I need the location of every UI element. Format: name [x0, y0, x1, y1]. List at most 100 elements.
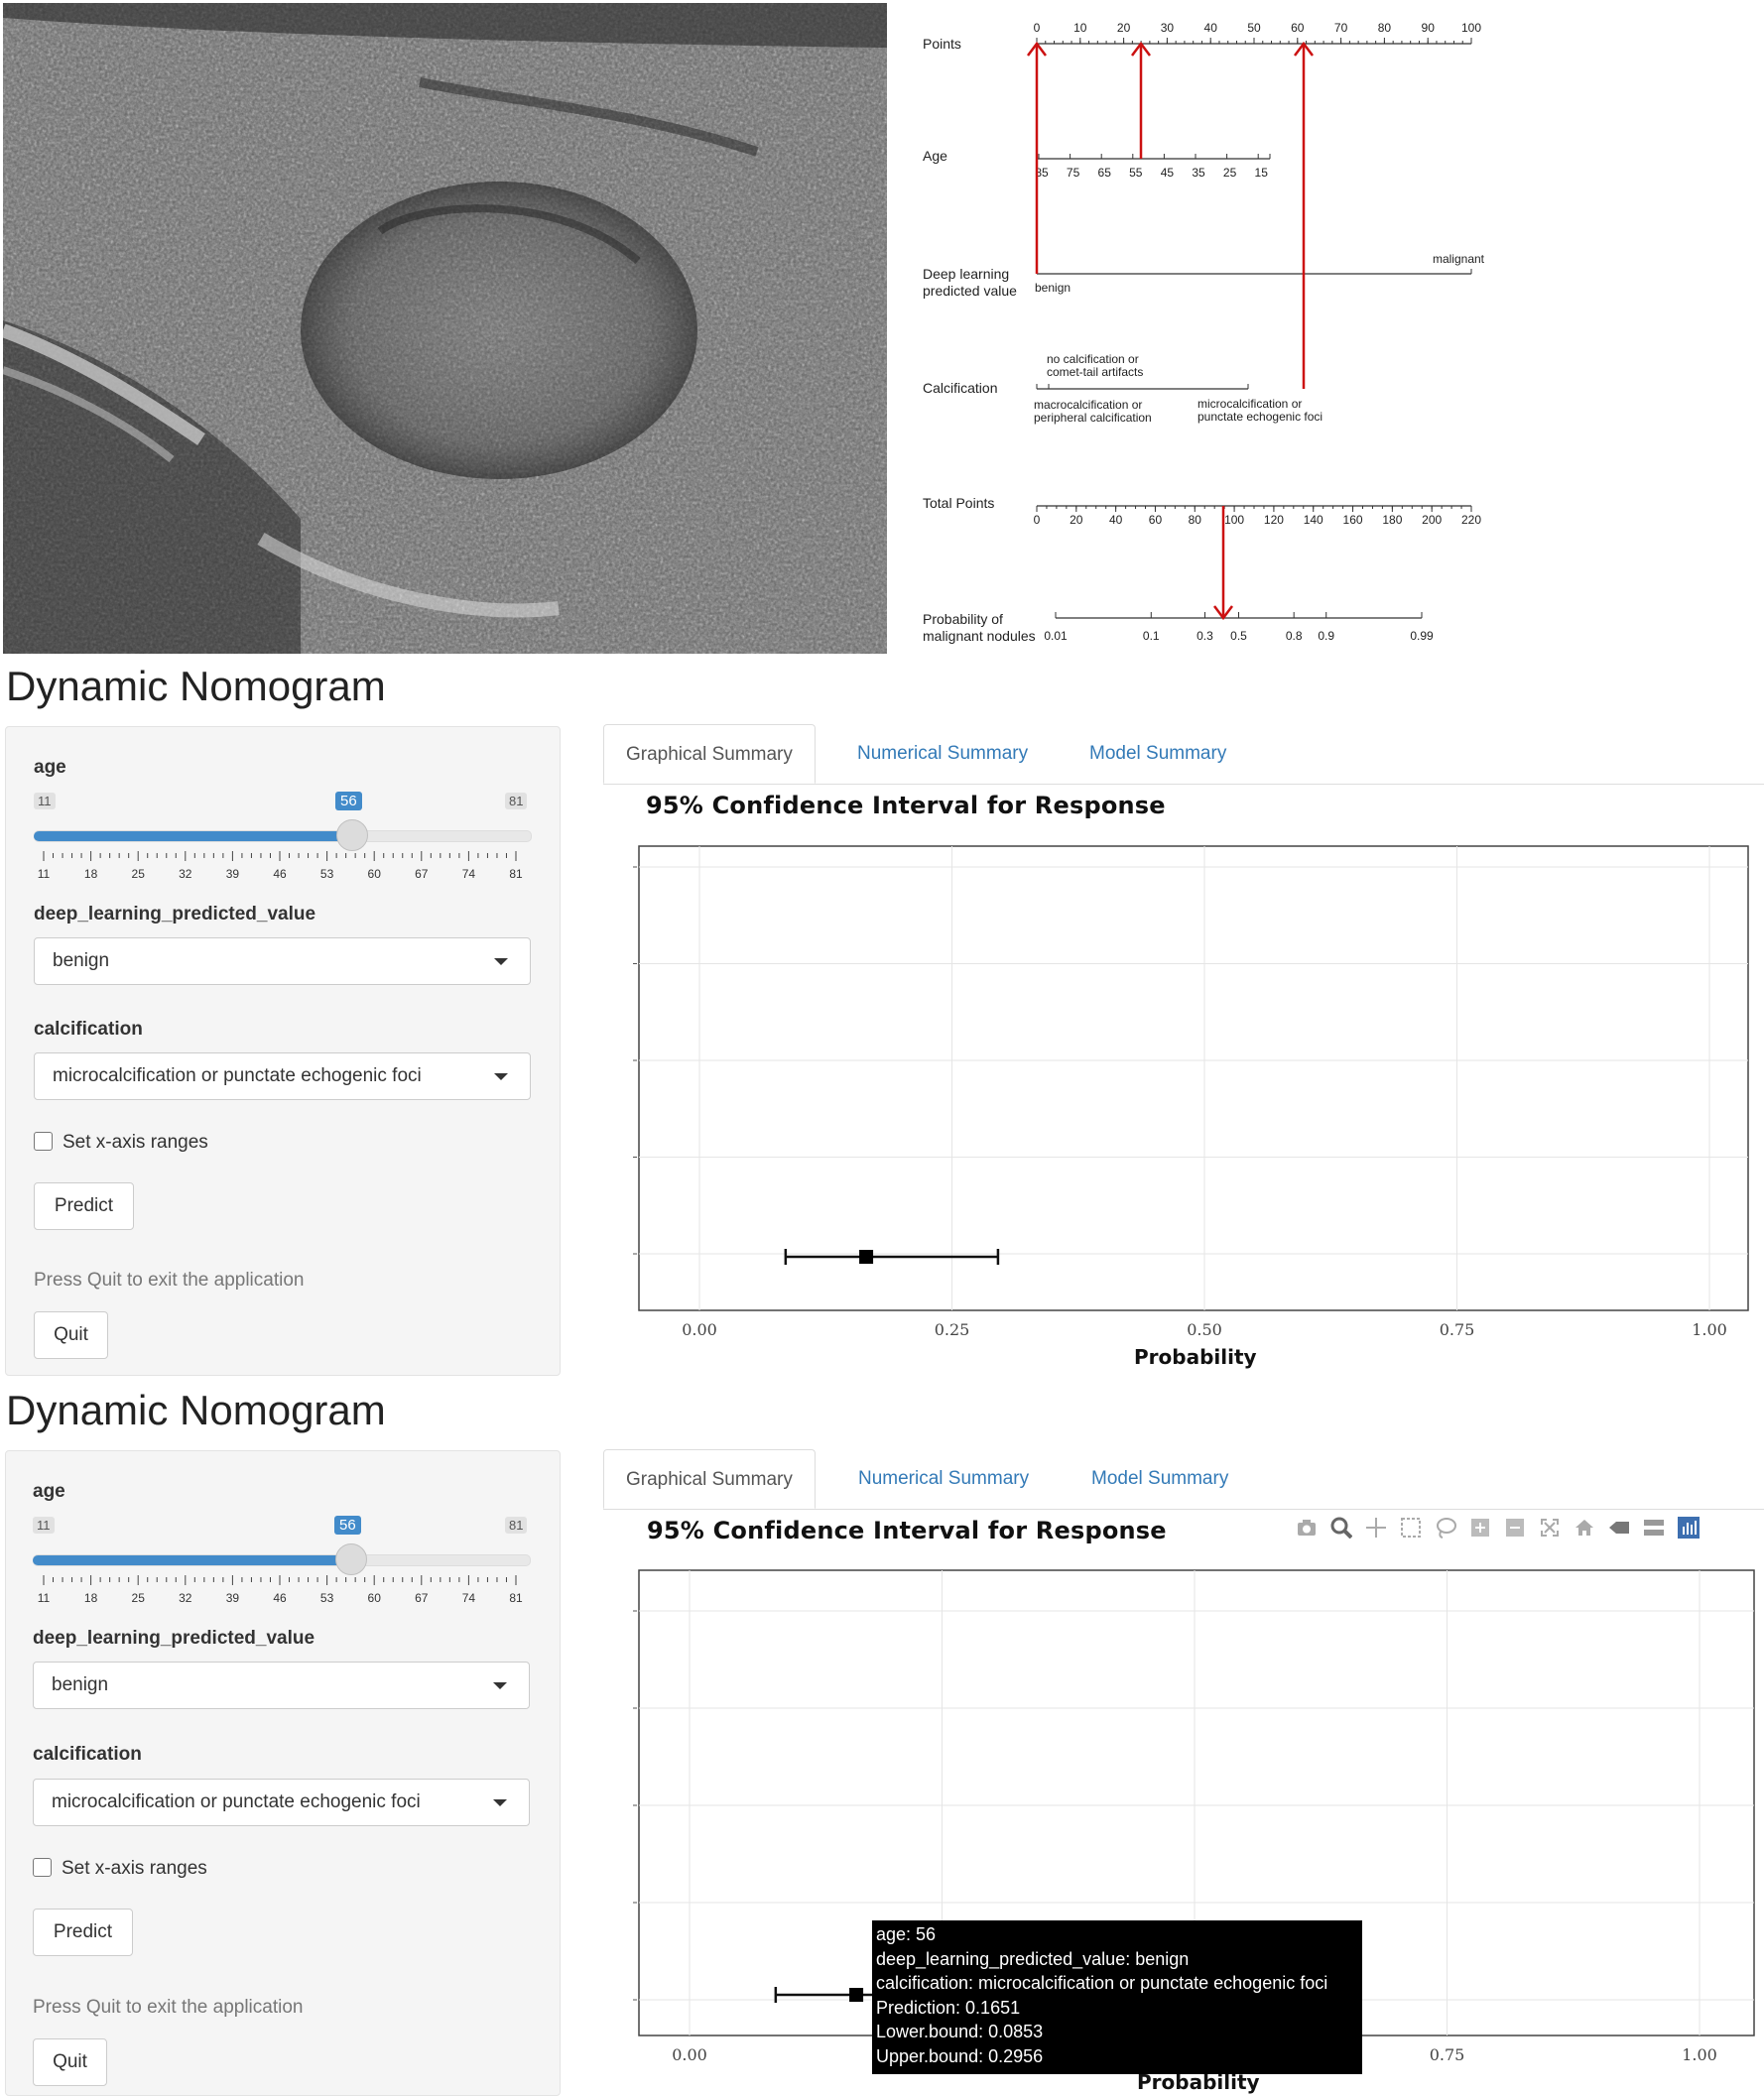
- nomogram-total-tick-label: 160: [1343, 513, 1363, 527]
- nomogram-points-tick-label: 60: [1291, 21, 1305, 35]
- calc-label: calcification: [33, 1744, 142, 1765]
- panel2-sidebar: age 11 56 81 11 18 25 32 39 46 53 60 67 74 81 deep…: [5, 1450, 561, 2096]
- tab-model-summary[interactable]: Model Summary: [1068, 724, 1248, 784]
- tooltip-line: deep_learning_predicted_value: benign: [876, 1948, 1190, 1969]
- dl-select[interactable]: benign: [34, 937, 531, 985]
- age-slider-tick-label: 67: [415, 867, 429, 881]
- age-slider-tick-label: 53: [320, 1591, 334, 1605]
- tab-numerical-summary[interactable]: Numerical Summary: [835, 724, 1050, 784]
- nomogram-points-tick-label: 20: [1117, 21, 1131, 35]
- nomogram-calc-macro-label: macrocalcification or: [1034, 398, 1142, 412]
- box-select-icon[interactable]: [1399, 1516, 1423, 1540]
- tab-graphical-summary[interactable]: Graphical Summary: [603, 1449, 816, 1509]
- calc-select[interactable]: microcalcification or punctate echogenic…: [34, 1052, 531, 1100]
- age-slider-tick-label: 25: [132, 867, 146, 881]
- age-slider-max: 81: [505, 793, 528, 809]
- nomogram-points-tick-label: 100: [1461, 21, 1481, 35]
- zoom-in-icon[interactable]: [1468, 1516, 1492, 1540]
- zoom-out-icon[interactable]: [1503, 1516, 1527, 1540]
- nomogram-total-tick-label: 120: [1264, 513, 1284, 527]
- age-slider-tick-label: 60: [368, 1591, 382, 1605]
- age-slider-scale: 11 18 25 32 39 46 53 60 67 74 81: [38, 1575, 523, 1605]
- plot-x-tick-label: 0.50: [1187, 1320, 1222, 1339]
- age-slider-value: 56: [335, 792, 362, 810]
- xrange-checkbox[interactable]: [34, 1132, 53, 1151]
- xrange-checkbox-row[interactable]: Set x-axis ranges: [33, 1858, 207, 1880]
- plot-panel: [638, 845, 1749, 1311]
- nomogram-points-tick-label: 50: [1247, 21, 1261, 35]
- plot-x-tick-label: 0.75: [1440, 1320, 1475, 1339]
- plot-x-tick-label: 1.00: [1682, 2045, 1717, 2064]
- nomogram-total-tick-label: 20: [1070, 513, 1083, 527]
- panel1-ci-chart[interactable]: 0.00 0.25 0.50 0.75 1.00: [625, 838, 1764, 1374]
- plot-x-tick-label: 0.00: [672, 2045, 707, 2064]
- age-slider-value: 56: [334, 1516, 361, 1535]
- xrange-checkbox-row[interactable]: Set x-axis ranges: [34, 1132, 208, 1154]
- nomogram-calc-none-label: no calcification or: [1047, 352, 1139, 366]
- nomogram-age-tick-label: 35: [1192, 166, 1205, 180]
- age-label: age: [34, 757, 66, 778]
- home-icon[interactable]: [1573, 1516, 1596, 1540]
- panel2-plot-title: 95% Confidence Interval for Response: [647, 1517, 1167, 1544]
- quit-button[interactable]: Quit: [33, 2038, 107, 2086]
- panel1-title: Dynamic Nomogram: [6, 663, 386, 709]
- age-slider-scale: 11 18 25 32 39 46 53 60 67 74 81: [38, 851, 523, 881]
- panel2-title: Dynamic Nomogram: [6, 1387, 386, 1433]
- dl-select-value: benign: [53, 950, 110, 971]
- ci-point-estimate: [859, 1250, 874, 1264]
- nomogram-age-tick-label: 55: [1129, 166, 1143, 180]
- compare-icon[interactable]: [1642, 1516, 1666, 1540]
- tab-model-summary[interactable]: Model Summary: [1070, 1449, 1250, 1509]
- age-slider-tick-label: 74: [462, 1591, 476, 1605]
- chevron-down-icon: [494, 1073, 508, 1080]
- age-slider-tick-label: 32: [179, 867, 192, 881]
- nomogram-total-tick-label: 220: [1461, 513, 1481, 527]
- calc-select[interactable]: microcalcification or punctate echogenic…: [33, 1779, 530, 1826]
- camera-icon[interactable]: [1295, 1516, 1319, 1540]
- tab-numerical-summary[interactable]: Numerical Summary: [836, 1449, 1051, 1509]
- tooltip-line: age: 56: [876, 1924, 937, 1944]
- dl-select[interactable]: benign: [33, 1662, 530, 1709]
- age-slider-tick-label: 32: [179, 1591, 192, 1605]
- autoscale-icon[interactable]: [1538, 1516, 1562, 1540]
- nomogram-points-tick-label: 90: [1422, 21, 1436, 35]
- dl-select-value: benign: [52, 1674, 109, 1695]
- nomogram-total-tick-label: 60: [1149, 513, 1163, 527]
- age-slider-tick-label: 25: [132, 1591, 146, 1605]
- nomogram-dl-benign-label: benign: [1035, 281, 1071, 295]
- spike-icon[interactable]: [1607, 1516, 1631, 1540]
- lasso-icon[interactable]: [1434, 1516, 1457, 1540]
- age-slider-tick-label: 46: [273, 1591, 287, 1605]
- zoom-icon[interactable]: [1329, 1516, 1353, 1540]
- xrange-checkbox[interactable]: [33, 1858, 52, 1877]
- plot-x-tick-label: 0.75: [1430, 2045, 1465, 2064]
- pan-icon[interactable]: [1364, 1516, 1388, 1540]
- age-slider-tick-label: 53: [320, 867, 334, 881]
- chevron-down-icon: [493, 1682, 507, 1689]
- nomogram-calc-macro-label: peripheral calcification: [1034, 411, 1152, 425]
- tooltip-line: Upper.bound: 0.2956: [876, 2045, 1044, 2066]
- quit-button[interactable]: Quit: [34, 1311, 108, 1359]
- nomogram-points-tick-label: 0: [1034, 21, 1041, 35]
- nomogram-probability-tick-label: 0.3: [1197, 629, 1213, 643]
- predict-button[interactable]: Predict: [34, 1182, 134, 1230]
- age-slider-tick-label: 81: [509, 867, 523, 881]
- nomogram-points-tick-label: 40: [1204, 21, 1218, 35]
- quit-help-text: Press Quit to exit the application: [34, 1270, 305, 1291]
- plotly-logo-icon[interactable]: [1677, 1516, 1701, 1540]
- age-slider-tick-label: 39: [226, 1591, 240, 1605]
- tab-graphical-summary[interactable]: Graphical Summary: [603, 724, 816, 784]
- nomogram-total-tick-label: 200: [1422, 513, 1442, 527]
- panel1-sidebar: age 11 56 81 11 18 25 32 39 46 53 60 67 74 81 deep…: [5, 726, 561, 1376]
- nomogram-age-tick-label: 45: [1161, 166, 1175, 180]
- predict-button[interactable]: Predict: [33, 1909, 133, 1956]
- chevron-down-icon: [493, 1799, 507, 1806]
- age-slider-tick-label: 39: [226, 867, 240, 881]
- plot-x-tick-label: 0.00: [682, 1320, 717, 1339]
- age-slider-tick-label: 18: [84, 867, 98, 881]
- nomogram-probability-tick-label: 0.9: [1318, 629, 1334, 643]
- nomogram-total-tick-label: 0: [1034, 513, 1041, 527]
- age-slider-max: 81: [505, 1517, 528, 1534]
- nomogram-calc-micro-label: microcalcification or: [1197, 397, 1302, 411]
- ci-point-estimate: [849, 1988, 864, 2002]
